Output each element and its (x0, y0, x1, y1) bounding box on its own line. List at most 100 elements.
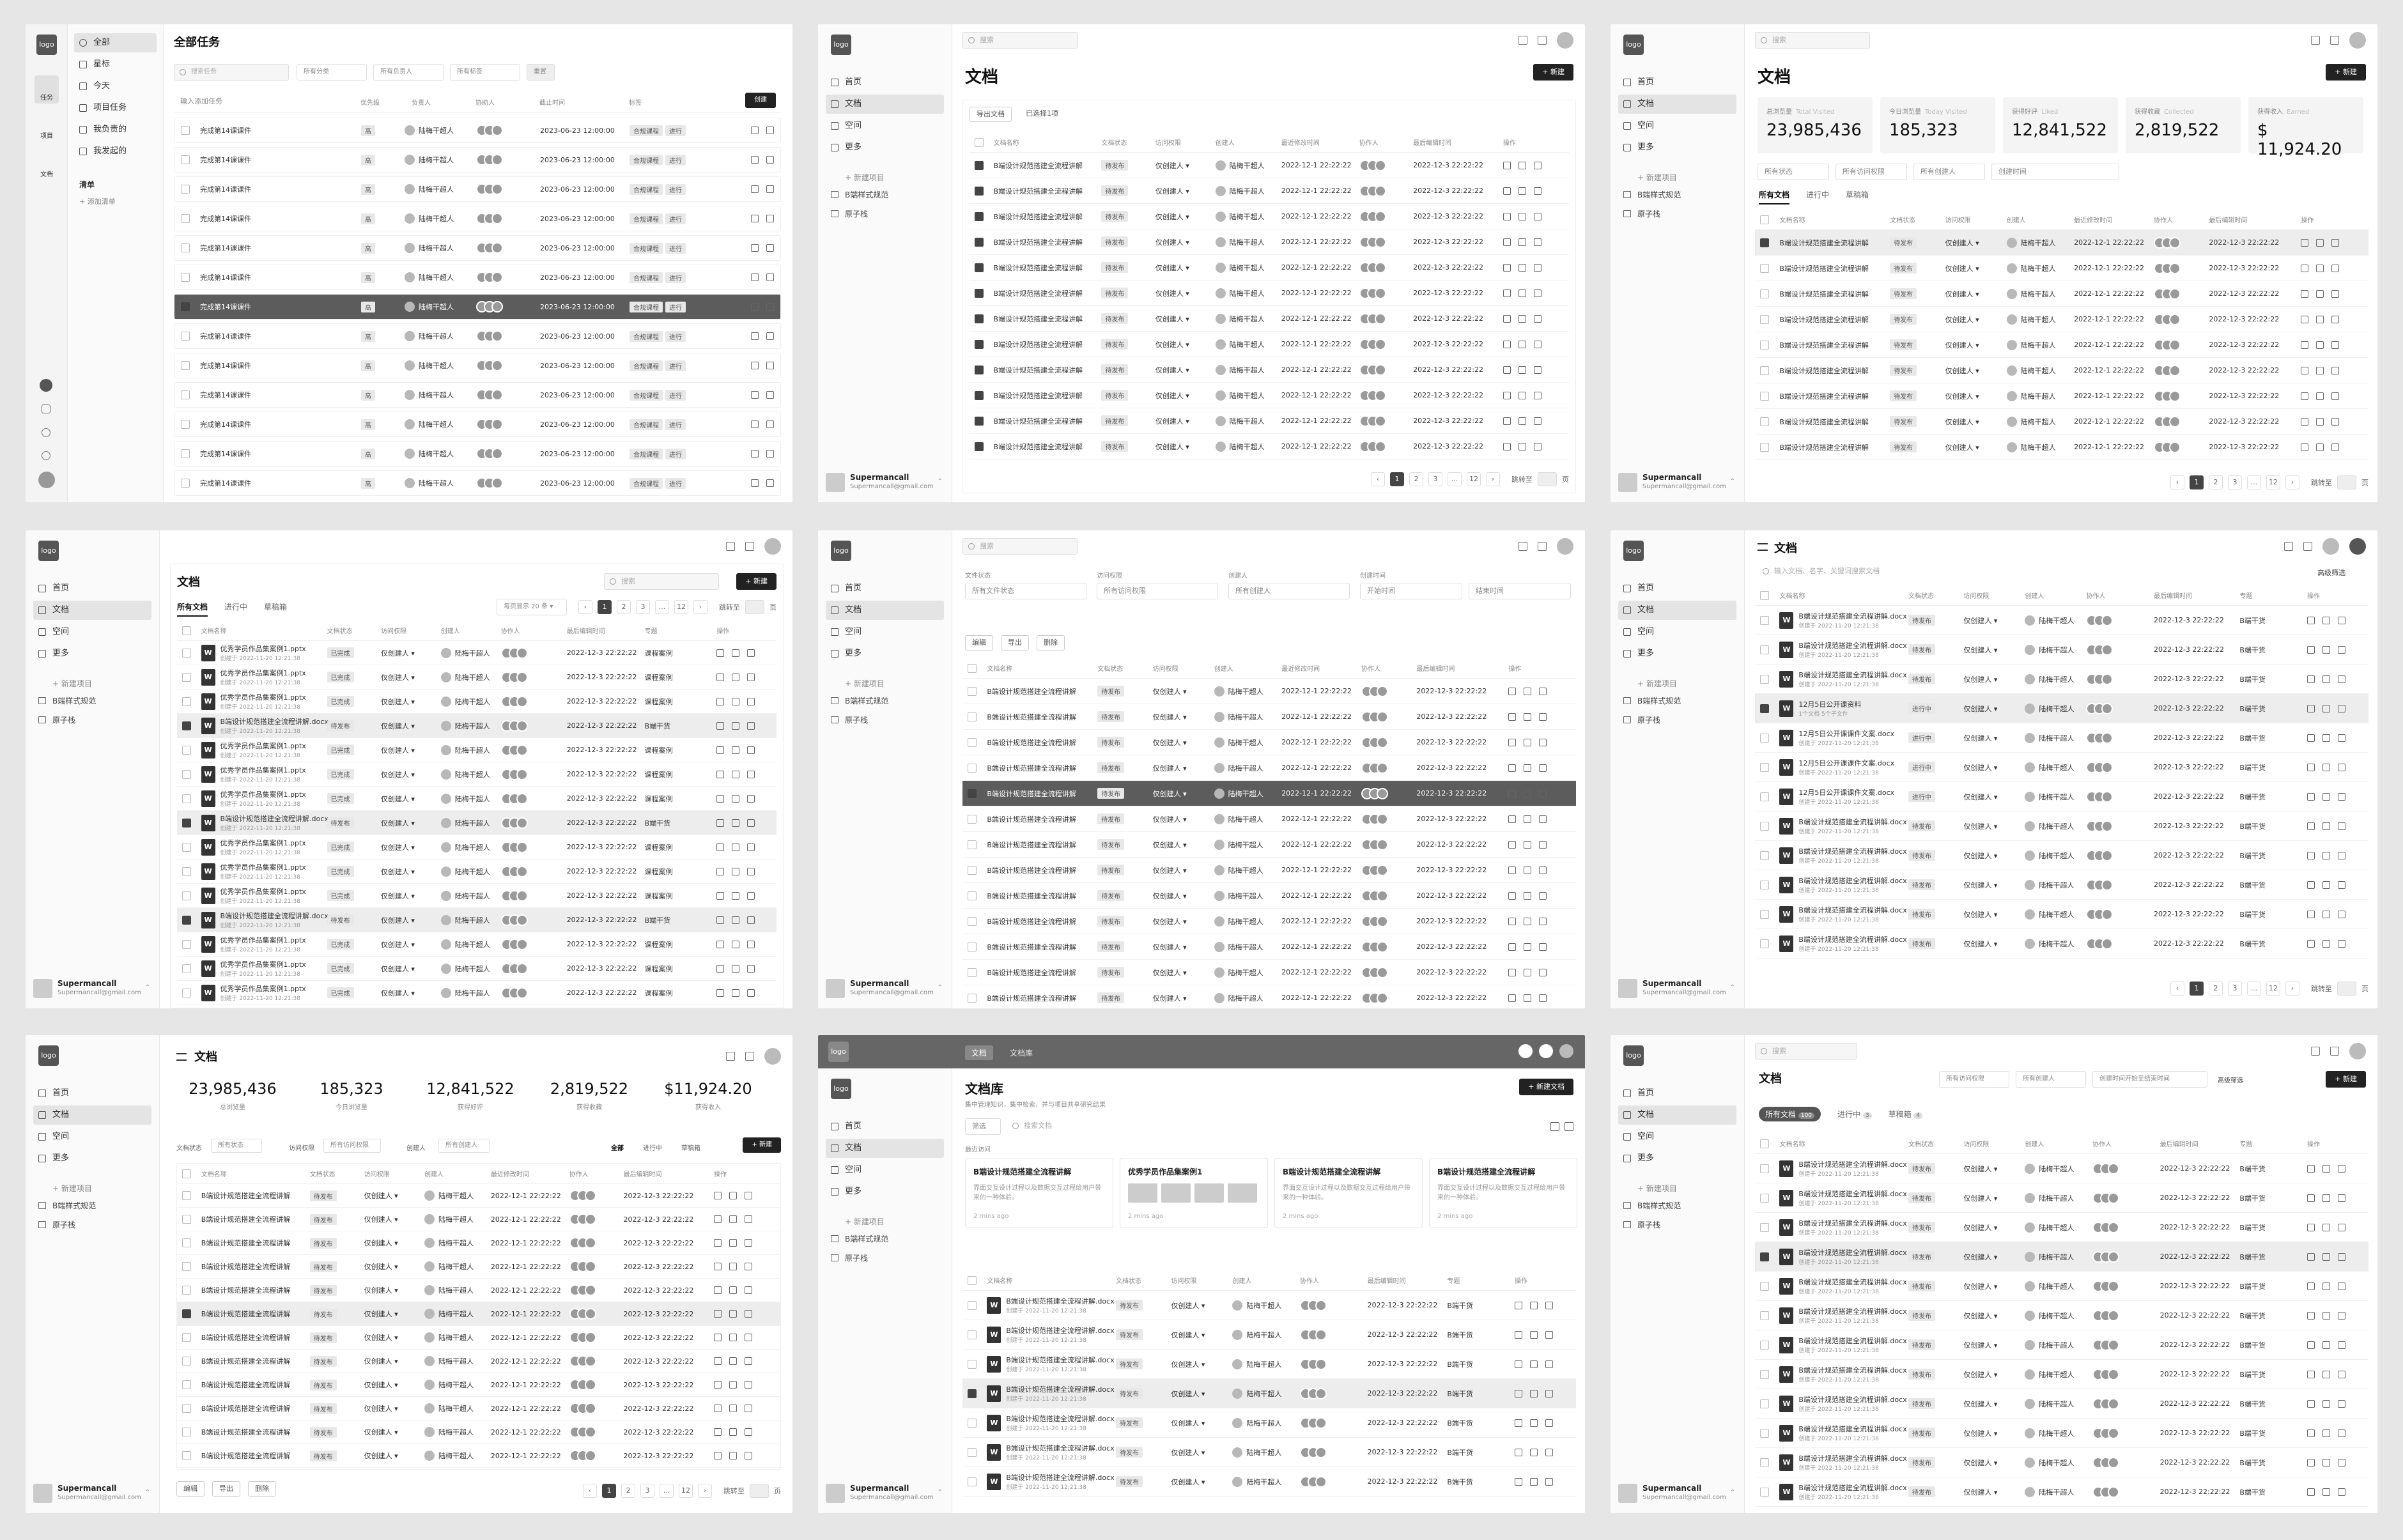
edit-icon[interactable] (751, 273, 759, 281)
delete-icon[interactable] (745, 1357, 753, 1365)
page-button[interactable]: 1 (598, 600, 612, 614)
row-checkbox[interactable] (1760, 1487, 1769, 1497)
help-icon[interactable] (42, 451, 50, 460)
page-button[interactable]: ... (660, 1484, 674, 1498)
delete-icon[interactable] (1539, 943, 1547, 951)
row-checkbox[interactable] (1760, 1222, 1769, 1232)
task-checkbox[interactable] (181, 243, 190, 252)
delete-icon[interactable] (747, 746, 755, 754)
delete-icon[interactable] (1539, 764, 1547, 772)
delete-icon[interactable] (2331, 417, 2340, 426)
edit-icon[interactable] (2307, 1164, 2315, 1173)
row-checkbox[interactable] (1760, 645, 1769, 654)
row-checkbox[interactable] (1760, 939, 1769, 948)
recent-card[interactable]: 优秀学员作品集案例1 2 mins ago (1120, 1158, 1268, 1228)
project-item-0[interactable]: B端样式规范 (826, 187, 944, 203)
filter-creator[interactable]: 所有创建人 (1228, 583, 1350, 599)
edit-icon[interactable] (716, 770, 725, 778)
page-button[interactable]: 12 (1467, 472, 1481, 486)
reset-button[interactable]: 重置 (527, 64, 555, 81)
row-checkbox[interactable] (1760, 1428, 1769, 1438)
star-icon[interactable] (2322, 763, 2330, 771)
table-row[interactable]: W B端设计规范搭建全流程讲解.docx 创建于 2022-11-20 12:21:… (1755, 1360, 2368, 1389)
star-icon[interactable] (1518, 391, 1526, 399)
delete-icon[interactable] (1545, 1477, 1553, 1486)
table-row[interactable]: B端设计规范搭建全流程讲解 待发布 仅创建人 ▾ 陆梅干超人 2022-12-1 22:… (177, 1397, 780, 1421)
nav-item-2[interactable]: 空间 (1618, 116, 1736, 135)
table-row[interactable]: W B端设计规范搭建全流程讲解.docx 创建于 2022-11-20 12:21:… (962, 1379, 1576, 1408)
delete-icon[interactable] (2338, 1194, 2345, 1202)
edit-icon[interactable] (2301, 289, 2309, 298)
edit-icon[interactable] (716, 649, 725, 657)
star-icon[interactable] (1524, 968, 1532, 976)
grid-view-icon[interactable] (1565, 1122, 1573, 1131)
row-checkbox[interactable] (968, 840, 977, 849)
delete-icon[interactable] (747, 649, 755, 657)
star-icon[interactable] (766, 332, 774, 340)
row-checkbox[interactable] (968, 993, 977, 1003)
delete-icon[interactable] (2338, 734, 2345, 742)
edit-icon[interactable] (2307, 1458, 2315, 1467)
task-row[interactable]: 完成第14课课件高陆梅干超人 2023-06-23 12:00:00 合规课程 进行 (174, 176, 781, 202)
filter-creator[interactable]: 所有创建人 (438, 1139, 490, 1153)
row-checkbox[interactable] (1760, 366, 1769, 375)
edit-icon[interactable] (714, 1357, 722, 1365)
new-doc-button[interactable]: + 新建文档 (1519, 1079, 1573, 1095)
select-all-checkbox[interactable] (968, 663, 977, 673)
star-icon[interactable] (2322, 881, 2330, 889)
star-icon[interactable] (1530, 1477, 1538, 1486)
table-row[interactable]: B端设计规范搭建全流程讲解 待发布 仅创建人 ▾ 陆梅干超人 2022-12-1 22:… (1755, 409, 2368, 435)
star-icon[interactable] (2322, 1458, 2330, 1467)
row-checkbox[interactable] (1760, 263, 1769, 273)
edit-icon[interactable] (1503, 289, 1511, 297)
delete-icon[interactable] (2331, 289, 2340, 298)
edit-icon[interactable] (1508, 764, 1517, 772)
bell-icon[interactable] (1538, 542, 1547, 551)
avatar-2[interactable] (2349, 538, 2366, 555)
chevron-down-icon[interactable]: ⌃ (1730, 1489, 1735, 1496)
table-row[interactable]: W B端设计规范搭建全流程讲解.docx 创建于 2022-11-20 12:21:… (1755, 870, 2368, 900)
page-button[interactable]: 1 (1390, 472, 1404, 486)
delete-icon[interactable] (1539, 866, 1547, 874)
chevron-down-icon[interactable]: ⌃ (938, 1489, 943, 1496)
table-row[interactable]: B端设计规范搭建全流程讲解 待发布 仅创建人 ▾ 陆梅干超人 2022-12-1 22:… (1755, 332, 2368, 358)
row-checkbox[interactable] (1760, 1281, 1769, 1291)
row-checkbox[interactable] (182, 745, 191, 755)
grid-icon[interactable] (726, 1052, 735, 1061)
edit-icon[interactable] (1508, 968, 1517, 976)
star-icon[interactable] (732, 770, 740, 778)
row-checkbox[interactable] (182, 915, 191, 925)
table-row[interactable]: W 优秀学员作品集案例1.pptx 创建于 2022-11-20 12:21:38 已… (177, 738, 777, 762)
table-row[interactable]: W B端设计规范搭建全流程讲解.docx 创建于 2022-11-20 12:21:… (177, 714, 777, 738)
table-row[interactable]: W 优秀学员作品集案例1.pptx 创建于 2022-11-20 12:21:38 已… (177, 665, 777, 689)
row-checkbox[interactable] (968, 1330, 977, 1339)
page-button[interactable]: 2 (617, 600, 631, 614)
star-icon[interactable] (766, 156, 774, 164)
delete-icon[interactable] (1545, 1389, 1553, 1398)
bell-icon[interactable] (1539, 1044, 1553, 1058)
row-checkbox[interactable] (182, 1309, 191, 1318)
row-checkbox[interactable] (182, 1380, 191, 1389)
tab-draft[interactable]: 草稿箱 (264, 601, 287, 617)
delete-icon[interactable] (2331, 341, 2340, 349)
filter-category[interactable]: 所有分类 (297, 64, 367, 81)
per-page-select[interactable]: 每页显示 20 条 ▾ (497, 599, 567, 615)
edit-icon[interactable] (751, 420, 759, 428)
task-checkbox[interactable] (181, 420, 190, 429)
table-row[interactable]: B端设计规范搭建全流程讲解 待发布 仅创建人 ▾ 陆梅干超人 2022-12-1 22:… (177, 1231, 780, 1255)
star-icon[interactable] (732, 916, 740, 924)
chevron-down-icon[interactable]: ⌃ (145, 1489, 150, 1496)
select-all-checkbox[interactable] (1760, 215, 1769, 224)
edit-icon[interactable] (2307, 822, 2315, 830)
star-icon[interactable] (1518, 417, 1526, 425)
edit-icon[interactable] (751, 450, 759, 458)
star-icon[interactable] (729, 1334, 738, 1341)
row-checkbox[interactable] (968, 1418, 977, 1428)
delete-icon[interactable] (1539, 994, 1547, 1002)
grid-icon[interactable] (2284, 542, 2293, 551)
select-all-checkbox[interactable] (975, 137, 984, 147)
edit-icon[interactable] (1515, 1330, 1522, 1339)
delete-icon[interactable] (1533, 212, 1541, 220)
page-button[interactable]: 3 (1428, 472, 1442, 486)
chevron-down-icon[interactable]: ⌃ (1730, 478, 1735, 485)
